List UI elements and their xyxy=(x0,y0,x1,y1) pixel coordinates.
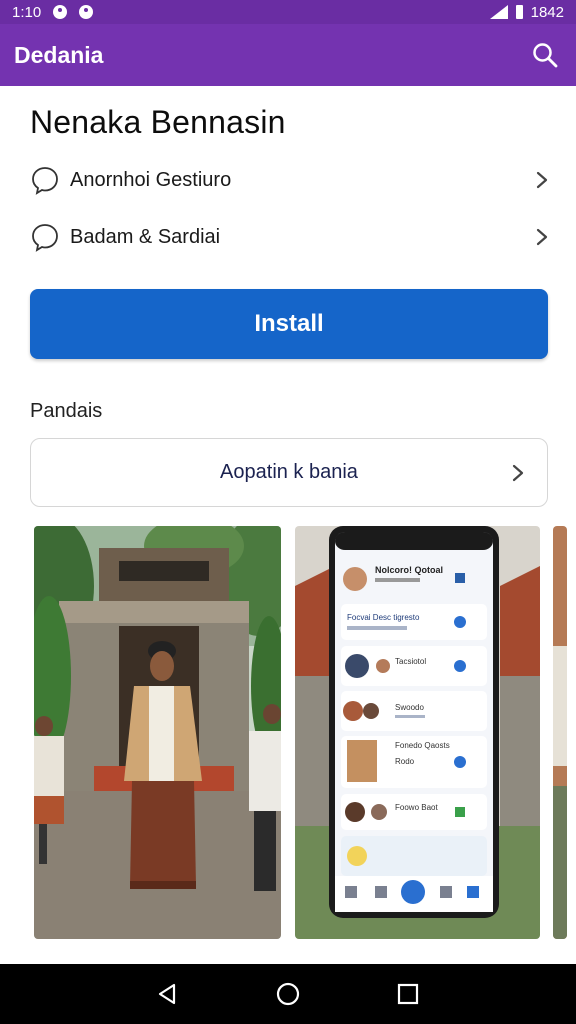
install-button[interactable]: Install xyxy=(30,289,548,359)
status-right: 1842 xyxy=(489,3,564,21)
phone-row-5: Foowo Baot xyxy=(395,803,438,812)
status-bar: 1:10 1842 xyxy=(0,0,576,24)
signal-icon xyxy=(489,5,508,19)
search-icon[interactable] xyxy=(528,38,562,72)
section-label: Pandais xyxy=(30,400,103,422)
system-nav-bar xyxy=(0,964,576,1024)
chat-bubble-icon xyxy=(32,167,58,195)
page-title: Nenaka Bennasin xyxy=(30,104,286,140)
battery-icon xyxy=(515,5,523,19)
outline-row-label: Aopatin k bania xyxy=(220,461,358,483)
chat-bubble-icon xyxy=(32,224,58,252)
chevron-right-icon xyxy=(536,171,548,189)
list-item-label: Badam & Sardiai xyxy=(70,225,221,248)
phone-row-sub: Rodo xyxy=(395,757,415,766)
list-item-label: Anornhoi Gestiuro xyxy=(70,168,232,191)
status-right-text: 1842 xyxy=(530,3,564,21)
chevron-right-icon xyxy=(512,464,524,482)
back-icon[interactable] xyxy=(153,979,183,1009)
phone-row-3: Swoodo xyxy=(395,703,424,712)
app-title: Dedania xyxy=(14,41,104,68)
recents-icon[interactable] xyxy=(393,979,423,1009)
phone-row-1: Focvai Desc tigresto xyxy=(347,613,420,622)
app-bar: Dedania xyxy=(0,24,576,86)
notification-icon xyxy=(53,5,68,19)
phone-header: Nolcoro! Qotoal xyxy=(375,565,443,575)
screenshot-phone[interactable]: Nolcoro! Qotoal Focvai Desc tigresto Tac… xyxy=(295,526,540,939)
status-left: 1:10 xyxy=(12,3,94,21)
outline-row-button[interactable]: Aopatin k bania xyxy=(30,438,548,507)
notification-icon-2 xyxy=(79,5,94,19)
home-icon[interactable] xyxy=(273,979,303,1009)
phone-row-2: Tacsiotol xyxy=(395,657,426,666)
chevron-right-icon xyxy=(536,228,548,246)
screenshot-photo[interactable] xyxy=(34,526,281,939)
screenshot-partial[interactable] xyxy=(553,526,567,939)
list-item-1[interactable]: Anornhoi Gestiuro xyxy=(30,158,550,202)
status-time: 1:10 xyxy=(12,3,42,21)
list-item-2[interactable]: Badam & Sardiai xyxy=(30,215,550,259)
phone-row-4: Fonedo Qaosts xyxy=(395,741,450,750)
